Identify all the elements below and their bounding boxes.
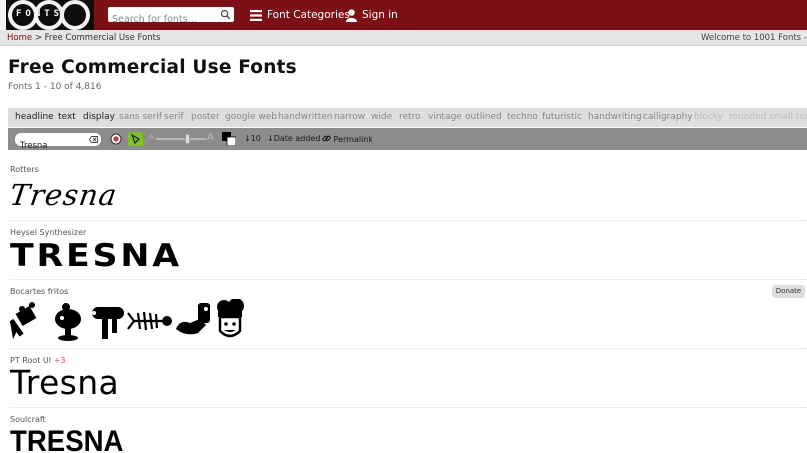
category-retro[interactable]: retro bbox=[399, 112, 421, 122]
category-wide[interactable]: wide bbox=[371, 112, 392, 122]
size-large-label: A bbox=[207, 132, 214, 143]
category-bar: headline text display sans serif serif p… bbox=[8, 108, 807, 127]
font-item: Rotters bbox=[10, 165, 807, 174]
font-sample[interactable]: Tresna bbox=[10, 363, 119, 402]
arrow-down-icon: ↓ bbox=[267, 134, 274, 143]
colorize-toggle-icon[interactable] bbox=[128, 132, 143, 146]
user-icon bbox=[346, 8, 357, 22]
font-sample[interactable]: Tresna bbox=[8, 178, 120, 212]
category-outlined[interactable]: outlined bbox=[465, 112, 502, 122]
logo-text: FONTS bbox=[16, 9, 64, 19]
category-serif[interactable]: serif bbox=[164, 112, 184, 122]
fish-bone-icon bbox=[127, 311, 172, 331]
preview-text-box bbox=[15, 133, 101, 153]
font-item: PT Root UI +3 bbox=[10, 356, 807, 365]
link-icon bbox=[322, 135, 331, 142]
permalink-link[interactable]: Permalink bbox=[322, 134, 373, 144]
font-name[interactable]: Soulcraft bbox=[10, 415, 807, 424]
divider bbox=[10, 279, 807, 280]
menu-icon bbox=[250, 9, 262, 21]
divider bbox=[10, 348, 807, 349]
divider bbox=[10, 220, 807, 221]
divider bbox=[10, 407, 807, 408]
sort-date-added[interactable]: ↓Date added bbox=[267, 134, 320, 143]
font-sample[interactable]: TRESNA bbox=[10, 425, 123, 453]
site-logo[interactable]: FONTS bbox=[0, 0, 94, 30]
font-categories-label: Font Categories bbox=[267, 9, 350, 21]
sort-count-label: 10 bbox=[250, 134, 261, 143]
category-calligraphy[interactable]: calligraphy bbox=[643, 112, 693, 122]
sort-count[interactable]: ↓10 bbox=[244, 134, 261, 143]
clear-icon[interactable] bbox=[89, 136, 98, 143]
top-header: FONTS Font Categories Sign in bbox=[0, 0, 807, 30]
category-text[interactable]: text bbox=[58, 112, 76, 122]
category-google-web[interactable]: google web bbox=[225, 112, 277, 122]
food-glyph-icon bbox=[10, 302, 37, 339]
font-categories-menu[interactable]: Font Categories bbox=[250, 7, 350, 23]
breadcrumb-bar: Home > Free Commercial Use Fonts Welcome… bbox=[0, 30, 807, 46]
font-name[interactable]: Heysel Synthesizer bbox=[10, 228, 807, 237]
category-handwriting[interactable]: handwriting bbox=[588, 112, 642, 122]
font-item: Bocartes fritos bbox=[10, 287, 807, 296]
food-glyph-icon bbox=[55, 303, 81, 341]
category-vintage[interactable]: vintage bbox=[428, 112, 462, 122]
category-poster[interactable]: poster bbox=[191, 112, 220, 122]
arrow-down-icon: ↓ bbox=[244, 134, 251, 143]
signin-link[interactable]: Sign in bbox=[346, 7, 398, 23]
breadcrumb: Home > Free Commercial Use Fonts bbox=[7, 33, 160, 43]
welcome-message: Welcome to 1001 Fonts - Your f bbox=[701, 33, 807, 43]
chef-icon bbox=[217, 299, 244, 338]
font-sample[interactable] bbox=[10, 299, 250, 341]
food-glyph-icon bbox=[176, 303, 210, 335]
category-rounded[interactable]: rounded bbox=[729, 112, 766, 122]
category-futuristic[interactable]: futuristic bbox=[542, 112, 582, 122]
breadcrumb-current: Free Commercial Use Fonts bbox=[44, 33, 161, 43]
preview-toolbar: A A ↓10 ↓Date added Permalink bbox=[8, 128, 807, 153]
page-title: Free Commercial Use Fonts bbox=[8, 57, 297, 78]
sort-date-label: Date added bbox=[273, 134, 321, 143]
category-display[interactable]: display bbox=[83, 112, 115, 122]
preview-text-input[interactable] bbox=[15, 139, 85, 153]
category-narrow[interactable]: narrow bbox=[334, 112, 365, 122]
size-slider-handle[interactable] bbox=[185, 134, 190, 144]
results-count: Fonts 1 - 10 of 4,816 bbox=[8, 82, 102, 92]
logo-ring-right bbox=[60, 0, 90, 30]
ball-icon[interactable] bbox=[110, 133, 122, 145]
size-slider-track[interactable] bbox=[156, 138, 206, 140]
font-item: Heysel Synthesizer bbox=[10, 228, 807, 237]
search-icon[interactable] bbox=[220, 9, 231, 20]
font-name[interactable]: Bocartes fritos bbox=[10, 287, 807, 296]
category-small-text[interactable]: small text bbox=[769, 112, 807, 122]
size-small-label: A bbox=[149, 133, 154, 141]
search-input[interactable] bbox=[108, 12, 212, 27]
donate-button[interactable]: Donate bbox=[772, 285, 805, 298]
font-sample[interactable]: TRESNA bbox=[10, 238, 182, 274]
logo-bar-shape bbox=[0, 0, 6, 30]
breadcrumb-separator: > bbox=[34, 33, 42, 43]
font-name[interactable]: Rotters bbox=[10, 165, 807, 174]
food-glyph-icon bbox=[92, 307, 124, 339]
signin-label: Sign in bbox=[362, 9, 398, 21]
category-handwritten[interactable]: handwritten bbox=[278, 112, 333, 122]
category-blocky[interactable]: blocky bbox=[694, 112, 723, 122]
permalink-label: Permalink bbox=[333, 135, 373, 144]
breadcrumb-home[interactable]: Home bbox=[7, 33, 32, 43]
search-box bbox=[108, 7, 234, 27]
category-techno[interactable]: techno bbox=[507, 112, 538, 122]
category-sans-serif[interactable]: sans serif bbox=[119, 112, 162, 122]
color-picker-icon[interactable] bbox=[222, 132, 236, 146]
category-headline[interactable]: headline bbox=[15, 112, 54, 122]
font-name-row: PT Root UI +3 bbox=[10, 356, 807, 365]
font-item: Soulcraft bbox=[10, 415, 807, 424]
